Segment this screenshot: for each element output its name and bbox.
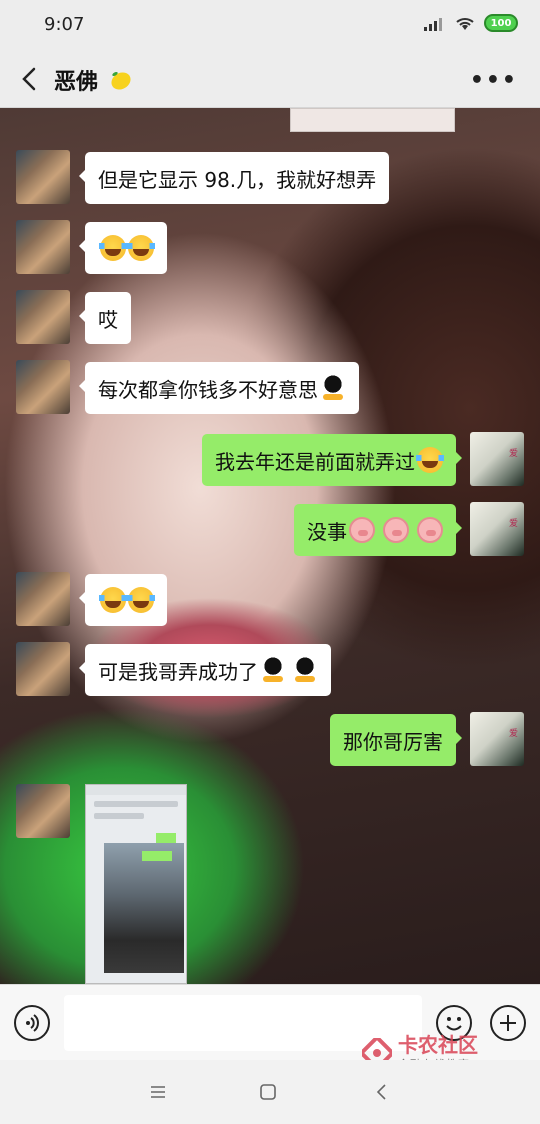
status-icons: 100 bbox=[424, 14, 518, 32]
message-text: 我去年还是前面就弄过 bbox=[215, 449, 415, 474]
voice-icon bbox=[26, 1014, 39, 1032]
previous-message-fragment bbox=[290, 108, 455, 132]
more-options-button[interactable]: ••• bbox=[470, 68, 518, 93]
status-bar: 9:07 100 bbox=[0, 0, 540, 50]
contact-avatar[interactable] bbox=[16, 784, 70, 838]
contact-name: 恶佛 bbox=[54, 70, 99, 95]
chat-title[interactable]: 恶佛 bbox=[54, 64, 133, 96]
message-bubble[interactable] bbox=[79, 574, 167, 626]
image-line bbox=[94, 813, 144, 819]
self-avatar[interactable]: 爱 bbox=[470, 432, 524, 486]
image-photo bbox=[104, 843, 184, 973]
contact-avatar[interactable] bbox=[16, 642, 70, 696]
image-statusbar bbox=[86, 785, 186, 795]
message-text: 哎 bbox=[98, 307, 118, 332]
lemon-icon bbox=[111, 71, 131, 90]
cry-laugh-emoji-icon bbox=[99, 235, 127, 261]
qq-penguin-emoji-icon bbox=[292, 657, 318, 683]
pig-emoji-icon bbox=[349, 517, 375, 543]
message-bubble[interactable]: 每次都拿你钱多不好意思 bbox=[79, 362, 359, 414]
signal-icon bbox=[424, 18, 442, 31]
contact-avatar[interactable] bbox=[16, 572, 70, 626]
chat-area[interactable]: 但是它显示 98.几，我就好想弄 哎 每次都拿你钱多不好意思 爱 我去年还是前面… bbox=[0, 108, 540, 984]
pig-emoji-icon bbox=[383, 517, 409, 543]
message-text: 但是它显示 98.几，我就好想弄 bbox=[98, 167, 377, 192]
qq-penguin-emoji-icon bbox=[320, 375, 346, 401]
message-bubble[interactable]: 可是我哥弄成功了 bbox=[79, 644, 331, 696]
status-time: 9:07 bbox=[44, 14, 85, 35]
plus-button[interactable] bbox=[490, 1005, 526, 1041]
self-avatar[interactable]: 爱 bbox=[470, 502, 524, 556]
avatar-decoration: 爱 bbox=[508, 729, 518, 739]
cry-laugh-emoji-icon bbox=[127, 587, 155, 613]
message-bubble[interactable]: 没事 bbox=[294, 504, 462, 556]
avatar-decoration: 爱 bbox=[508, 449, 518, 459]
message-bubble[interactable]: 但是它显示 98.几，我就好想弄 bbox=[78, 152, 390, 204]
image-bubble bbox=[156, 833, 176, 843]
chevron-left-icon bbox=[22, 67, 36, 91]
plus-icon bbox=[500, 1015, 516, 1031]
menu-icon bbox=[151, 1086, 165, 1098]
pig-emoji-icon bbox=[417, 517, 443, 543]
message-bubble[interactable] bbox=[79, 222, 167, 274]
menu-button[interactable] bbox=[146, 1080, 170, 1104]
self-avatar[interactable]: 爱 bbox=[470, 712, 524, 766]
home-button[interactable] bbox=[256, 1080, 280, 1104]
chat-header: 恶佛 ••• bbox=[0, 50, 540, 108]
message-text: 每次都拿你钱多不好意思 bbox=[98, 377, 318, 402]
system-back-button[interactable] bbox=[370, 1080, 394, 1104]
contact-avatar[interactable] bbox=[16, 220, 70, 274]
voice-button[interactable] bbox=[14, 1005, 50, 1041]
message-bubble[interactable]: 那你哥厉害 bbox=[330, 714, 462, 766]
battery-indicator: 100 bbox=[484, 14, 518, 32]
system-navigation bbox=[0, 1060, 540, 1124]
cry-laugh-emoji-icon bbox=[99, 587, 127, 613]
home-icon bbox=[260, 1084, 276, 1100]
cry-laugh-emoji-icon bbox=[127, 235, 155, 261]
contact-avatar[interactable] bbox=[16, 290, 70, 344]
message-bubble[interactable]: 我去年还是前面就弄过 bbox=[202, 434, 462, 486]
contact-avatar[interactable] bbox=[16, 150, 70, 204]
contact-avatar[interactable] bbox=[16, 360, 70, 414]
image-bubble bbox=[142, 851, 172, 861]
message-bubble[interactable]: 哎 bbox=[79, 292, 131, 344]
wifi-icon bbox=[456, 18, 474, 30]
cry-laugh-emoji-icon bbox=[416, 447, 444, 473]
message-text: 没事 bbox=[307, 519, 347, 544]
back-button[interactable] bbox=[14, 62, 44, 96]
message-text: 那你哥厉害 bbox=[343, 729, 443, 754]
message-text: 可是我哥弄成功了 bbox=[98, 659, 258, 684]
qq-penguin-emoji-icon bbox=[260, 657, 286, 683]
avatar-decoration: 爱 bbox=[508, 519, 518, 529]
image-message[interactable] bbox=[85, 784, 187, 984]
back-icon bbox=[376, 1084, 386, 1100]
image-line bbox=[94, 801, 178, 807]
watermark-title: 卡农社区 bbox=[398, 1033, 478, 1057]
